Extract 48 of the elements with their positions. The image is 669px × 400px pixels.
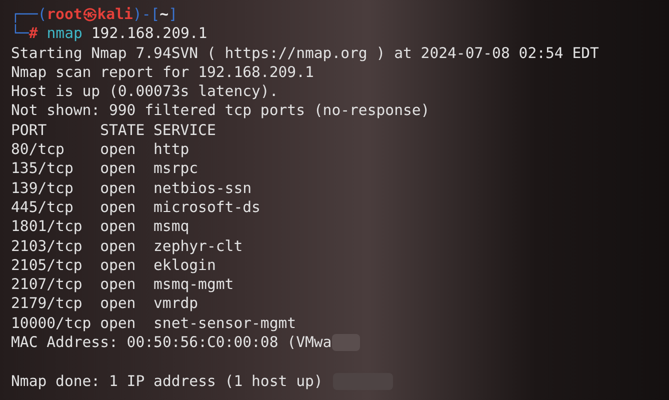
state-cell-text: open [100,198,137,218]
command-argument: 192.168.209.1 [91,24,208,44]
port-cell-text: 2105/tcp [11,256,84,276]
prompt-frame: └─ [11,24,29,44]
service-cell: msmq-mgmt [154,275,234,294]
service-cell: http [154,140,190,160]
port-cell-text: 135/tcp [11,159,74,179]
prompt-symbol: # [28,25,38,44]
service-cell: msrpc [154,159,198,179]
prompt-path: ~ [160,5,169,24]
prompt-frame: ┌──( [11,5,47,24]
output-line: Nmap scan report for 192.168.209.1 [11,62,314,82]
prompt-frame: )-[ [132,5,160,24]
column-header: STATE [100,120,146,140]
port-cell-text: 2103/tcp [11,236,84,256]
prompt-user-host: root㉿kali [46,5,133,24]
service-cell: zephyr-clt [154,236,243,256]
service-cell: netbios-ssn [154,178,252,198]
port-cell-text: 80/tcp [11,140,66,160]
column-header: PORT [11,120,48,140]
port-cell-text: 445/tcp [11,198,74,218]
port-cell-text: 2107/tcp [11,275,84,294]
service-cell: microsoft-ds [154,198,260,218]
output-line: Starting Nmap 7.94SVN ( https://nmap.org ) at 2024-07-08 02:54 EDT [11,44,599,63]
output-line: Host is up (0.00073s latency). [11,82,278,102]
service-cell: snet-sensor-mgmt [154,314,296,334]
port-cell-text: 1801/tcp [11,217,84,237]
state-cell-text: open [100,294,137,314]
output-line: MAC Address: 00:50:56:C0:00:08 (VMwa [11,333,332,352]
state-cell-text: open [100,159,137,179]
service-cell: msmq [154,217,190,237]
state-cell-text: open [100,256,137,276]
state-cell-text: open [100,140,137,160]
state-cell-text: open [100,236,137,256]
service-cell: eklogin [154,256,216,276]
state-cell-text: open [100,217,137,237]
prompt-frame: ] [168,5,178,24]
port-cell-text: 2179/tcp [11,294,84,314]
state-cell-text: open [100,275,137,294]
port-cell-text: 10000/tcp [11,314,92,334]
output-line: Not shown: 990 filtered tcp ports (no-response) [11,101,430,121]
command-name: nmap [46,24,82,44]
state-cell-text: open [100,314,137,334]
port-cell-text: 139/tcp [11,178,74,198]
state-cell-text: open [100,178,137,198]
column-header: SERVICE [154,120,216,140]
service-cell: vmrdp [154,294,198,314]
output-line: Nmap done: 1 IP address (1 host up) [11,372,323,391]
